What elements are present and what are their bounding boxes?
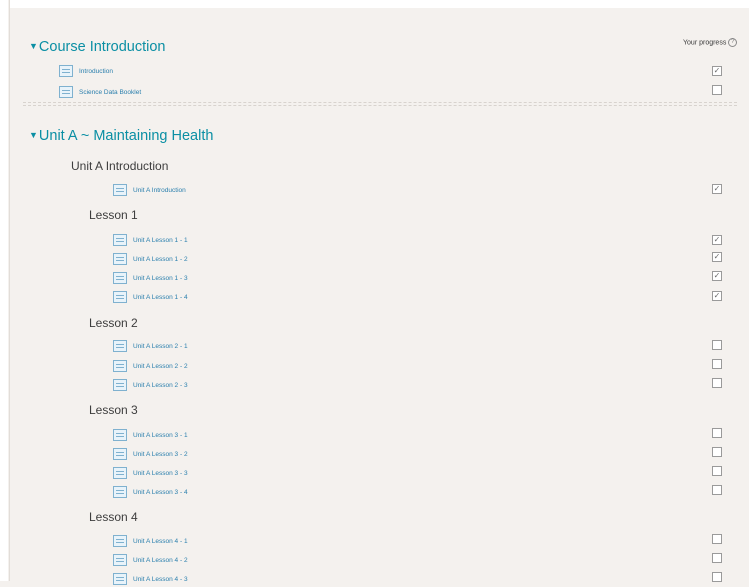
activity-lesson-3-2[interactable]: Unit A Lesson 3 - 2 [113,446,188,462]
completion-checkbox[interactable] [712,340,722,350]
section-title-course-introduction[interactable]: ▼Course Introduction [29,39,165,55]
section-title-text: Unit A ~ Maintaining Health [38,128,214,144]
activity-link[interactable]: Unit A Lesson 1 - 3 [133,275,188,282]
activity-link[interactable]: Unit A Introduction [133,187,186,194]
label-unit-a-introduction: Unit A Introduction [71,159,169,173]
page-icon [113,360,127,372]
page-icon [113,291,127,303]
page-icon [113,234,127,246]
page-icon [59,65,73,77]
activity-link[interactable]: Unit A Lesson 1 - 2 [133,256,188,263]
completion-checkbox[interactable]: ✓ [712,235,722,245]
activity-lesson-1-2[interactable]: Unit A Lesson 1 - 2 [113,251,188,267]
section-title-text: Course Introduction [38,39,166,55]
activity-link[interactable]: Unit A Lesson 2 - 3 [133,382,188,389]
activity-link[interactable]: Unit A Lesson 1 - 4 [133,294,188,301]
page-icon [113,184,127,196]
activity-link[interactable]: Unit A Lesson 2 - 1 [133,343,188,350]
activity-lesson-4-2[interactable]: Unit A Lesson 4 - 2 [113,552,188,568]
activity-link[interactable]: Unit A Lesson 4 - 2 [133,557,188,564]
completion-checkbox[interactable] [712,359,722,369]
activity-link[interactable]: Unit A Lesson 3 - 2 [133,451,188,458]
top-margin [10,0,749,8]
page-icon [113,429,127,441]
page-icon [113,573,127,585]
activity-link[interactable]: Unit A Lesson 3 - 1 [133,432,188,439]
activity-unit-a-introduction[interactable]: Unit A Introduction [113,182,186,198]
activity-lesson-3-3[interactable]: Unit A Lesson 3 - 3 [113,465,188,481]
page-icon [113,272,127,284]
completion-checkbox[interactable] [712,485,722,495]
completion-checkbox[interactable] [712,85,722,95]
activity-lesson-4-3[interactable]: Unit A Lesson 4 - 3 [113,571,188,587]
activity-link[interactable]: Science Data Booklet [79,89,141,96]
page-icon [113,340,127,352]
completion-checkbox[interactable] [712,378,722,388]
page-icon [59,86,73,98]
page-icon [113,535,127,547]
activity-lesson-4-1[interactable]: Unit A Lesson 4 - 1 [113,533,188,549]
page-icon [113,448,127,460]
label-lesson-4: Lesson 4 [89,510,138,524]
label-lesson-3: Lesson 3 [89,403,138,417]
label-lesson-2: Lesson 2 [89,316,138,330]
activity-link[interactable]: Unit A Lesson 2 - 2 [133,363,188,370]
page-icon [113,554,127,566]
activity-lesson-3-1[interactable]: Unit A Lesson 3 - 1 [113,427,188,443]
page-icon [113,253,127,265]
activity-link[interactable]: Unit A Lesson 4 - 1 [133,538,188,545]
activity-lesson-2-3[interactable]: Unit A Lesson 2 - 3 [113,377,188,393]
left-border [9,0,10,581]
collapse-caret-icon[interactable]: ▼ [29,41,38,51]
your-progress-header: Your progress? [683,38,738,47]
section-title-unit-a[interactable]: ▼Unit A ~ Maintaining Health [29,128,213,144]
page-icon [113,486,127,498]
completion-checkbox[interactable] [712,428,722,438]
activity-link[interactable]: Unit A Lesson 3 - 4 [133,489,188,496]
activity-lesson-3-4[interactable]: Unit A Lesson 3 - 4 [113,484,188,500]
activity-link[interactable]: Unit A Lesson 4 - 3 [133,576,188,583]
completion-checkbox[interactable]: ✓ [712,271,722,281]
completion-checkbox[interactable]: ✓ [712,291,722,301]
label-lesson-1: Lesson 1 [89,208,138,222]
activity-link[interactable]: Unit A Lesson 3 - 3 [133,470,188,477]
completion-checkbox[interactable] [712,466,722,476]
your-progress-label: Your progress [683,39,727,47]
activity-lesson-1-3[interactable]: Unit A Lesson 1 - 3 [113,270,188,286]
collapse-caret-icon[interactable]: ▼ [29,130,38,140]
activity-lesson-1-1[interactable]: Unit A Lesson 1 - 1 [113,232,188,248]
section-divider [23,102,737,106]
help-icon[interactable]: ? [728,38,738,47]
activity-link[interactable]: Unit A Lesson 1 - 1 [133,237,188,244]
completion-checkbox[interactable]: ✓ [712,66,722,76]
completion-checkbox[interactable] [712,553,722,563]
activity-introduction[interactable]: Introduction [59,63,113,79]
activity-science-data-booklet[interactable]: Science Data Booklet [59,84,141,100]
page-icon [113,467,127,479]
activity-lesson-2-1[interactable]: Unit A Lesson 2 - 1 [113,338,188,354]
page-icon [113,379,127,391]
activity-link[interactable]: Introduction [79,68,113,75]
left-margin [0,0,8,581]
activity-lesson-1-4[interactable]: Unit A Lesson 1 - 4 [113,289,188,305]
completion-checkbox[interactable] [712,447,722,457]
completion-checkbox[interactable]: ✓ [712,184,722,194]
activity-lesson-2-2[interactable]: Unit A Lesson 2 - 2 [113,358,188,374]
completion-checkbox[interactable] [712,534,722,544]
completion-checkbox[interactable]: ✓ [712,252,722,262]
